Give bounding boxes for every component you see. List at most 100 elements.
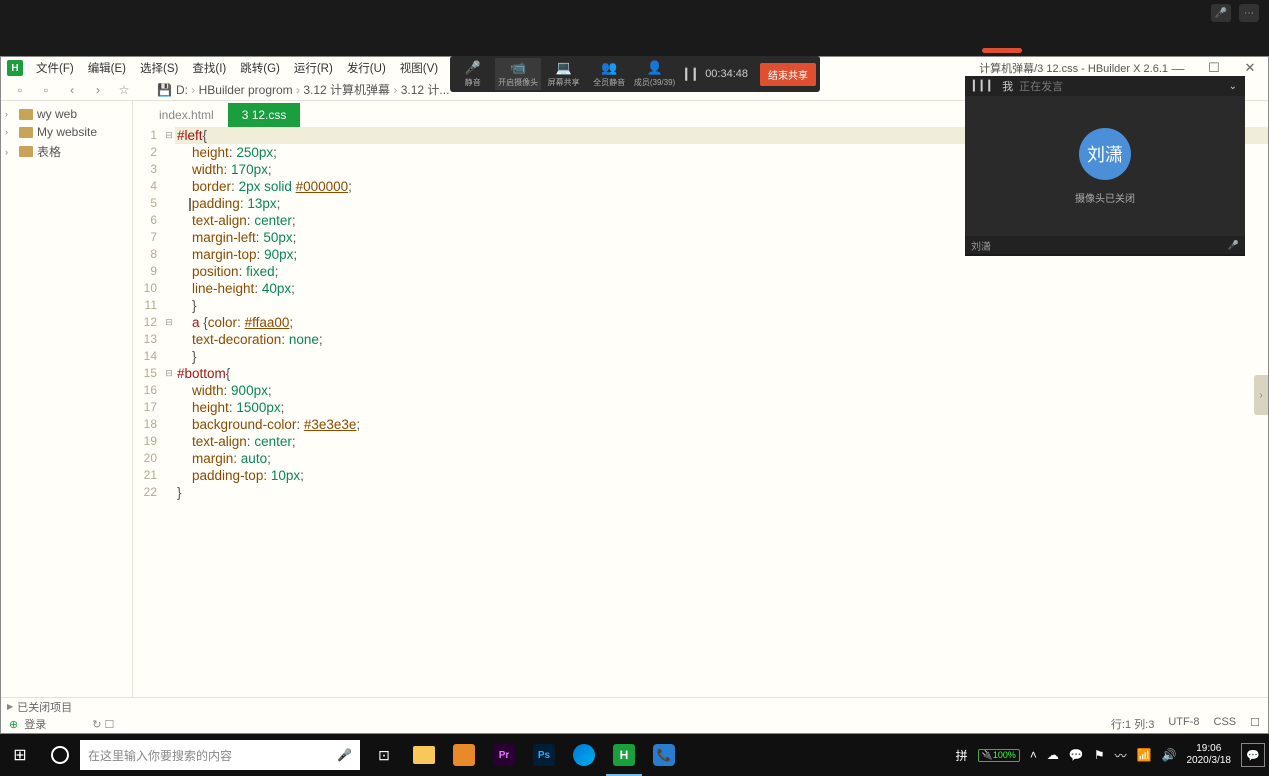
meeting-timer: ▎▎00:34:48 <box>677 68 756 81</box>
meeting-button-label: 开启摄像头 <box>498 77 538 88</box>
language-label[interactable]: CSS <box>1214 716 1237 732</box>
folder-icon <box>19 109 33 120</box>
flag-icon[interactable]: ⚑ <box>1094 748 1105 762</box>
code-line[interactable]: height: 1500px; <box>175 399 1268 416</box>
meeting-button-label: 屏幕共享 <box>548 77 580 88</box>
edge-icon[interactable] <box>564 734 604 776</box>
cloud-icon[interactable]: ☁ <box>1047 748 1059 762</box>
start-button[interactable]: ⊞ <box>0 734 40 776</box>
code-line[interactable]: #bottom{ <box>175 365 1268 382</box>
code-line[interactable]: margin: auto; <box>175 450 1268 467</box>
code-line[interactable]: width: 900px; <box>175 382 1268 399</box>
camera-off-label: 摄像头已关闭 <box>1075 190 1135 205</box>
speaking-label: 正在发言 <box>1019 78 1063 94</box>
premiere-icon[interactable]: Pr <box>484 734 524 776</box>
menu-item[interactable]: 运行(R) <box>287 60 340 76</box>
wechat-icon[interactable]: 💬 <box>1069 748 1084 762</box>
forward-button[interactable]: › <box>85 83 111 97</box>
photoshop-icon[interactable]: Ps <box>524 734 564 776</box>
end-share-button[interactable]: 结束共享 <box>760 63 816 86</box>
save-icon[interactable]: ▫ <box>33 83 59 97</box>
meeting-button-icon: 🎤 <box>465 60 481 76</box>
meeting-button-icon: 💻 <box>556 60 572 76</box>
mic-icon[interactable]: 🎤 <box>1211 4 1231 22</box>
sidebar-item[interactable]: ›表格 <box>1 141 132 162</box>
explorer-icon[interactable] <box>404 734 444 776</box>
code-line[interactable]: } <box>175 348 1268 365</box>
sync-icon[interactable]: ↻ ☐ <box>92 718 114 731</box>
chevron-up-icon[interactable]: ˄ <box>1030 748 1037 762</box>
cortana-button[interactable] <box>40 734 80 776</box>
recording-indicator <box>982 48 1022 53</box>
folder-icon <box>19 127 33 138</box>
user-icon[interactable]: ⊕ <box>9 718 18 731</box>
menu-item[interactable]: 选择(S) <box>133 60 185 76</box>
sidebar-item-label: 表格 <box>37 143 61 160</box>
video-body: 刘潇 摄像头已关闭 <box>965 96 1245 236</box>
app-icon[interactable] <box>444 734 484 776</box>
star-icon[interactable]: ☆ <box>111 83 137 97</box>
clock[interactable]: 19:06 2020/3/18 <box>1187 743 1232 767</box>
code-line[interactable]: background-color: #3e3e3e; <box>175 416 1268 433</box>
meeting-button[interactable]: 👥全员静音 <box>586 58 631 90</box>
code-line[interactable]: position: fixed; <box>175 263 1268 280</box>
project-sidebar[interactable]: ›wy web›My website›表格 <box>1 101 133 697</box>
meeting-toolbar[interactable]: 🎤静音📹开启摄像头💻屏幕共享👥全员静音👤成员(39/39)▎▎00:34:48结… <box>450 56 820 92</box>
fold-toggle[interactable]: ☐ <box>1250 716 1260 732</box>
meeting-button-icon: 👤 <box>646 60 662 76</box>
folder-icon <box>19 146 33 157</box>
meeting-button-icon: 👥 <box>601 60 617 76</box>
editor-tab[interactable]: index.html <box>145 103 228 127</box>
mic-icon[interactable]: 🎤 <box>337 748 352 762</box>
chevron-down-icon[interactable]: ⌄ <box>1229 81 1237 92</box>
menu-item[interactable]: 查找(I) <box>185 60 233 76</box>
meeting-button[interactable]: 💻屏幕共享 <box>541 58 586 90</box>
meeting-button[interactable]: 🎤静音 <box>450 58 495 90</box>
breadcrumb-item[interactable]: 3.12 计算机弹幕 <box>303 83 390 97</box>
menu-item[interactable]: 跳转(G) <box>233 60 287 76</box>
ime-icon[interactable]: 拼 <box>956 747 968 764</box>
volume-icon[interactable]: 🔊 <box>1162 748 1177 762</box>
video-panel[interactable]: ▎▎▎ 我 正在发言 ⌄ 刘潇 摄像头已关闭 刘潇 🎤 <box>965 76 1245 256</box>
participant-name: 刘潇 <box>971 238 991 253</box>
wave-icon[interactable]: 〰 <box>1115 747 1127 764</box>
closed-projects-bar[interactable]: 已关闭项目 <box>1 697 1268 715</box>
breadcrumb-item[interactable]: 3.12 计... <box>401 83 450 97</box>
menu-icon[interactable]: ⋯ <box>1239 4 1259 22</box>
menu-item[interactable]: 发行(U) <box>340 60 393 76</box>
side-panel-handle[interactable]: › <box>1254 375 1268 415</box>
battery-icon[interactable]: 🔌100% <box>978 749 1020 762</box>
code-line[interactable]: text-align: center; <box>175 433 1268 450</box>
menu-item[interactable]: 视图(V) <box>393 60 445 76</box>
code-line[interactable]: } <box>175 484 1268 501</box>
back-button[interactable]: ‹ <box>59 83 85 97</box>
meeting-app-icon[interactable]: 📞 <box>644 734 684 776</box>
editor-tab[interactable]: 3 12.css <box>228 103 301 127</box>
hbuilder-icon[interactable]: H <box>604 734 644 776</box>
breadcrumb-item[interactable]: D: <box>176 83 188 97</box>
encoding-label[interactable]: UTF-8 <box>1168 716 1199 732</box>
menu-item[interactable]: 文件(F) <box>29 60 81 76</box>
sidebar-item-label: wy web <box>37 107 77 121</box>
windows-taskbar[interactable]: ⊞ 在这里输入你要搜索的内容 🎤 ⊡ Pr Ps H 📞 拼 🔌100% ˄ ☁… <box>0 734 1269 776</box>
system-tray[interactable]: 拼 🔌100% ˄ ☁ 💬 ⚑ 〰 📶 🔊 19:06 2020/3/18 💬 <box>956 743 1269 767</box>
code-line[interactable]: text-decoration: none; <box>175 331 1268 348</box>
new-file-icon[interactable]: ▫ <box>7 83 33 97</box>
notification-icon[interactable]: 💬 <box>1241 743 1265 767</box>
code-line[interactable]: line-height: 40px; <box>175 280 1268 297</box>
code-line[interactable]: padding-top: 10px; <box>175 467 1268 484</box>
search-input[interactable]: 在这里输入你要搜索的内容 🎤 <box>80 740 360 770</box>
window-title: 计算机弹幕/3 12.css - HBuilder X 2.6.1 <box>979 60 1168 76</box>
video-footer: 刘潇 🎤 <box>965 236 1245 254</box>
meeting-button[interactable]: 👤成员(39/39) <box>632 58 677 90</box>
login-link[interactable]: 登录 <box>24 716 46 732</box>
sidebar-item[interactable]: ›wy web <box>1 105 132 123</box>
sidebar-item[interactable]: ›My website <box>1 123 132 141</box>
task-view-icon[interactable]: ⊡ <box>364 734 404 776</box>
meeting-button[interactable]: 📹开启摄像头 <box>495 58 540 90</box>
network-icon[interactable]: 📶 <box>1137 748 1152 762</box>
menu-item[interactable]: 编辑(E) <box>81 60 133 76</box>
breadcrumb-item[interactable]: HBuilder progrom <box>199 83 293 97</box>
code-line[interactable]: a {color: #ffaa00; <box>175 314 1268 331</box>
code-line[interactable]: } <box>175 297 1268 314</box>
